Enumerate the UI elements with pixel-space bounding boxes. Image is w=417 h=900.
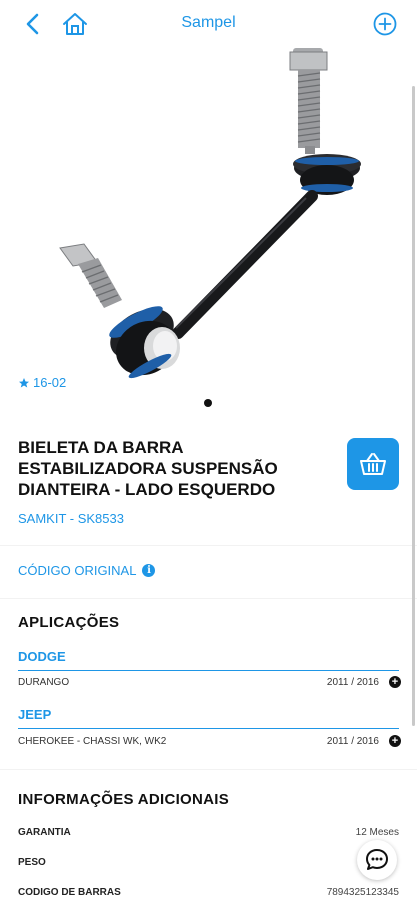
- application-row: CHEROKEE - CHASSI WK, WK2 2011 / 2016 +: [18, 733, 401, 749]
- add-to-cart-button[interactable]: [347, 438, 399, 490]
- basket-icon: [360, 453, 386, 475]
- rating-value: 16-02: [33, 375, 67, 390]
- info-icon[interactable]: i: [142, 564, 156, 577]
- product-code: SAMKIT - SK8533: [18, 511, 124, 526]
- expand-plus-icon[interactable]: +: [389, 735, 401, 747]
- top-app-bar: Sampel: [0, 0, 417, 48]
- applications-section: APLICAÇÕES DODGE DURANGO 2011 / 2016 + J…: [0, 599, 417, 769]
- application-row: DURANGO 2011 / 2016 +: [18, 674, 401, 690]
- application-years: 2011 / 2016: [326, 676, 379, 688]
- brand-header-jeep: JEEP: [18, 707, 399, 729]
- page-title: Sampel: [181, 14, 236, 31]
- product-name: BIELETA DA BARRA ESTABILIZADORA SUSPENSÃ…: [18, 438, 278, 499]
- product-image-gallery[interactable]: 16-02: [0, 48, 417, 415]
- info-value: 7894325123345: [326, 887, 399, 898]
- info-label: GARANTIA: [18, 827, 71, 838]
- add-button[interactable]: [371, 10, 399, 38]
- product-image: [59, 48, 361, 379]
- info-row-warranty: GARANTIA 12 Meses: [18, 827, 399, 838]
- application-years: 2011 / 2016: [326, 735, 379, 747]
- original-code-link[interactable]: CÓDIGO ORIGINAL i: [18, 563, 156, 578]
- rating: 16-02: [18, 375, 66, 390]
- gallery-page-indicator[interactable]: [204, 399, 212, 407]
- info-label: PESO: [18, 857, 46, 868]
- info-label: CODIGO DE BARRAS: [18, 887, 121, 898]
- plus-circle-icon: [373, 12, 397, 36]
- original-code-label: CÓDIGO ORIGINAL: [18, 563, 137, 578]
- info-row-weight: PESO: [18, 857, 399, 868]
- star-icon: [19, 377, 29, 387]
- expand-plus-icon[interactable]: +: [389, 676, 401, 688]
- original-code-section: CÓDIGO ORIGINAL i: [0, 546, 417, 598]
- info-row-barcode: CODIGO DE BARRAS 7894325123345: [18, 887, 399, 898]
- applications-title: APLICAÇÕES: [18, 614, 120, 631]
- info-value: 12 Meses: [355, 827, 399, 838]
- application-model: DURANGO: [18, 676, 70, 688]
- chat-button[interactable]: [357, 840, 397, 880]
- additional-info-title: INFORMAÇÕES ADICIONAIS: [18, 791, 230, 808]
- application-model: CHEROKEE - CHASSI WK, WK2: [18, 735, 167, 747]
- scrollbar[interactable]: [412, 86, 415, 726]
- additional-info-section: INFORMAÇÕES ADICIONAIS GARANTIA 12 Meses…: [0, 770, 417, 900]
- product-info-card: BIELETA DA BARRA ESTABILIZADORA SUSPENSÃ…: [0, 415, 417, 545]
- chat-bubble-icon: [366, 849, 388, 870]
- brand-header-dodge: DODGE: [18, 649, 399, 671]
